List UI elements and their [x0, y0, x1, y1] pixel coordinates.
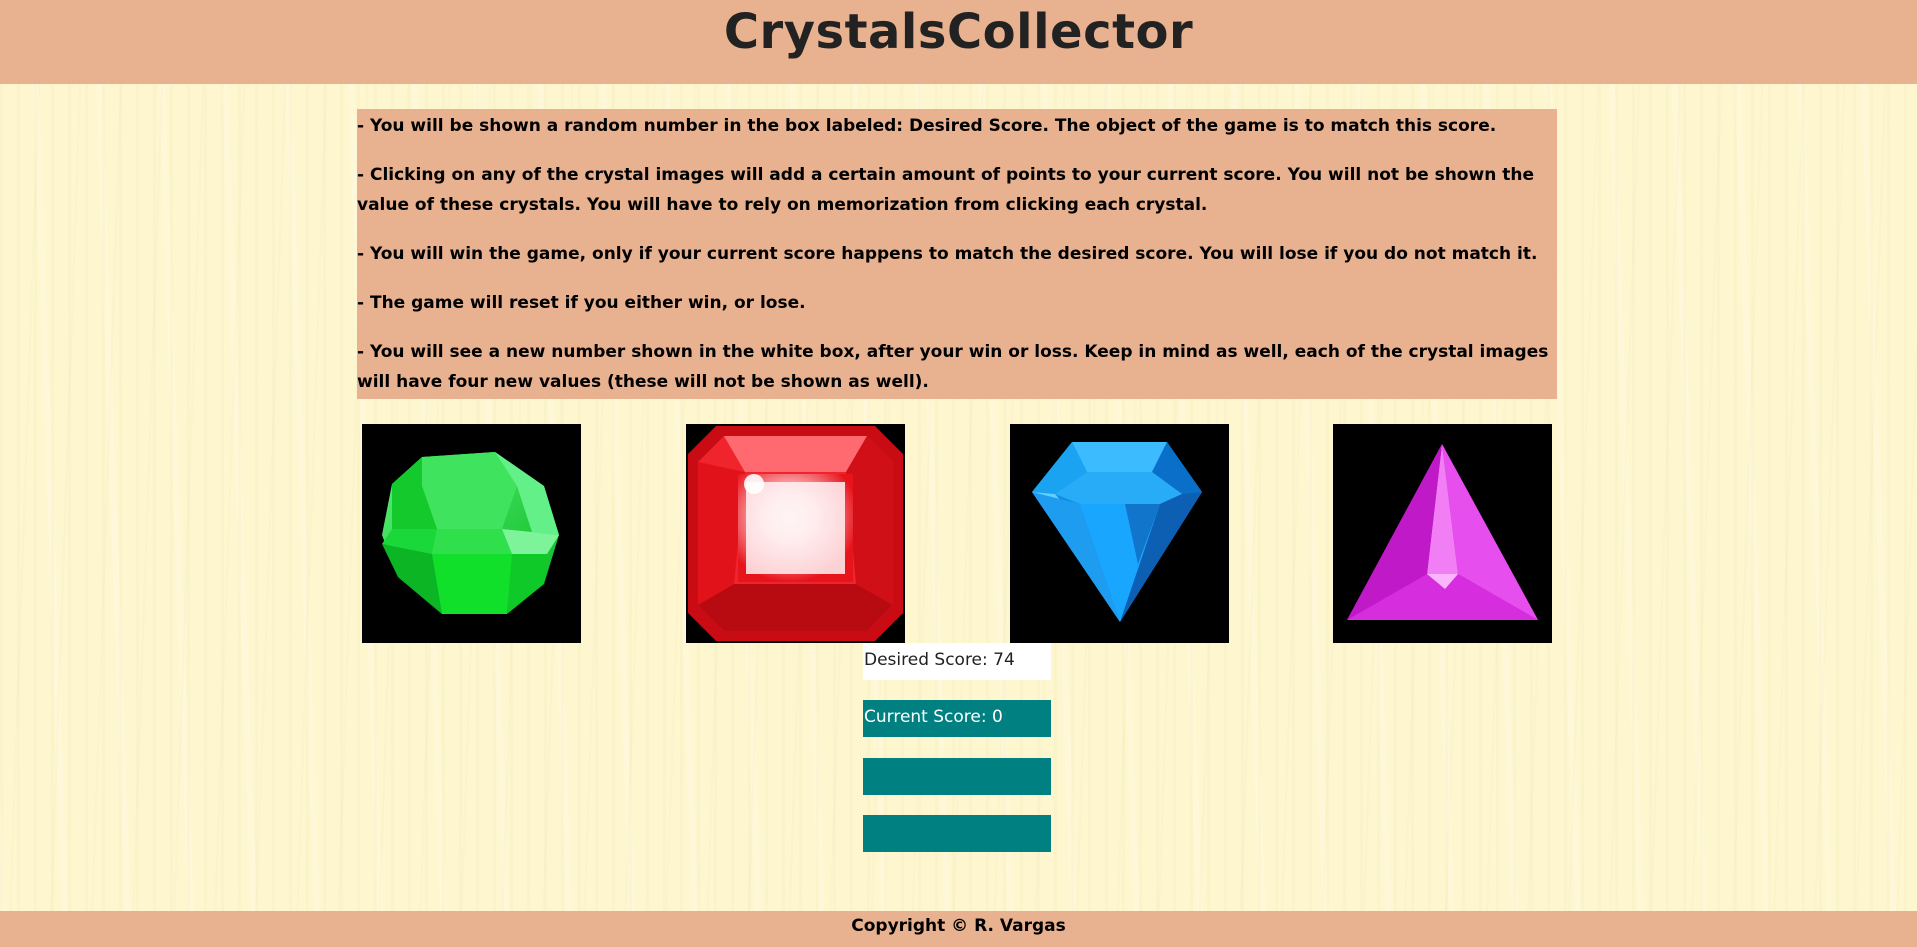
- blue-crystal-icon: [1032, 442, 1202, 622]
- wins-box: [863, 758, 1051, 795]
- current-score-box: Current Score: 0: [863, 700, 1051, 737]
- instruction-item: - You will see a new number shown in the…: [357, 342, 1549, 392]
- green-crystal-button[interactable]: [362, 424, 581, 643]
- purple-crystal-button[interactable]: [1333, 424, 1552, 643]
- instruction-item: - Clicking on any of the crystal images …: [357, 165, 1534, 215]
- instruction-item: - You will be shown a random number in t…: [357, 116, 1497, 136]
- purple-crystal-icon: [1347, 444, 1538, 620]
- instruction-item: - The game will reset if you either win,…: [357, 293, 806, 313]
- desired-score-box: Desired Score: 74: [863, 643, 1051, 680]
- copyright-text: Copyright © R. Vargas: [851, 916, 1066, 936]
- page-footer: Copyright © R. Vargas: [0, 911, 1917, 947]
- instructions-panel: - You will be shown a random number in t…: [357, 109, 1557, 399]
- instruction-item: - You will win the game, only if your cu…: [357, 244, 1538, 264]
- red-crystal-icon: [688, 426, 903, 641]
- page-header: CrystalsCollector: [0, 0, 1917, 84]
- losses-box: [863, 815, 1051, 852]
- page-title: CrystalsCollector: [723, 4, 1194, 60]
- green-crystal-icon: [382, 452, 559, 614]
- blue-crystal-button[interactable]: [1010, 424, 1229, 643]
- red-crystal-button[interactable]: [686, 424, 905, 643]
- desired-score-label: Desired Score: 74: [864, 650, 1015, 670]
- current-score-label: Current Score: 0: [864, 707, 1003, 727]
